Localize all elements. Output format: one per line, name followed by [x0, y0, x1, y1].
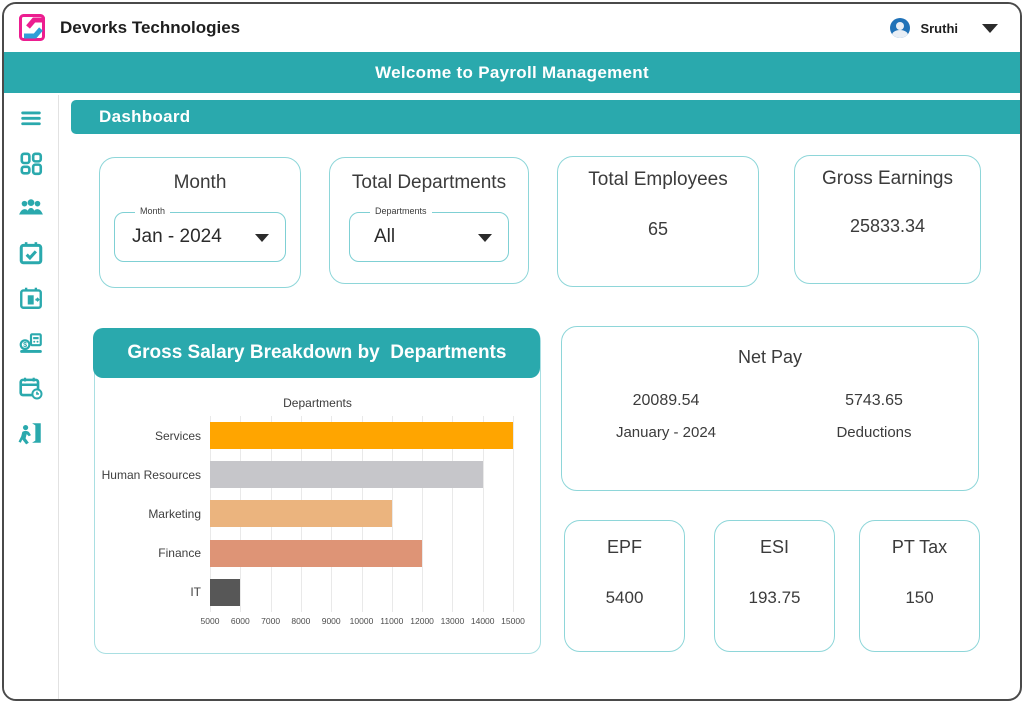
chart-category-label: Finance: [95, 546, 210, 560]
departments-filter-card: Total Departments Departments All: [329, 157, 529, 284]
departments-select-caret-icon[interactable]: [478, 234, 492, 242]
esi-title: ESI: [715, 537, 834, 558]
chart-x-tick-label: 9000: [322, 616, 341, 626]
welcome-banner: Welcome to Payroll Management: [4, 52, 1020, 93]
esi-value: 193.75: [715, 588, 834, 608]
chart-bar-finance: [210, 540, 422, 567]
sidebar-item-attendance calendar-check-icon[interactable]: [18, 240, 44, 266]
sidebar-item-leave calendar-door-icon[interactable]: [18, 285, 44, 311]
chart-bar-marketing: [210, 500, 392, 527]
net-pay-title: Net Pay: [562, 347, 978, 368]
net-pay-card: Net Pay 20089.54 January - 2024 5743.65 …: [561, 326, 979, 491]
month-select[interactable]: Month Jan - 2024: [114, 212, 286, 262]
epf-card: EPF 5400: [564, 520, 685, 652]
chart-category-label: IT: [95, 585, 210, 599]
chart-section-header: Gross Salary Breakdown by Departments: [93, 328, 540, 378]
chart-category-label: Human Resources: [95, 468, 210, 482]
chart-x-tick-label: 10000: [350, 616, 374, 626]
departments-select-label: Departments: [370, 206, 432, 216]
chart-x-axis: 5000600070008000900010000110001200013000…: [210, 616, 513, 632]
pt-tax-title: PT Tax: [860, 537, 979, 558]
chart-x-tick-label: 8000: [291, 616, 310, 626]
sidebar-item-employees employees-icon[interactable]: [18, 195, 44, 221]
net-pay-amount-block: 20089.54 January - 2024: [562, 392, 770, 441]
chart-x-tick-label: 12000: [410, 616, 434, 626]
deductions-amount: 5743.65: [770, 392, 978, 410]
user-menu-caret-icon[interactable]: [982, 24, 998, 33]
chart-x-tick-label: 15000: [501, 616, 525, 626]
total-employees-title: Total Employees: [558, 169, 758, 191]
top-bar: Devorks Technologies Sruthi: [4, 4, 1020, 52]
gross-earnings-card: Gross Earnings 25833.34: [794, 155, 981, 284]
chart-x-tick-label: 5000: [201, 616, 220, 626]
page-title: Dashboard: [99, 107, 191, 127]
net-pay-period: January - 2024: [562, 424, 770, 441]
month-card-title: Month: [100, 172, 300, 194]
chart-bar-human-resources: [210, 461, 483, 488]
gross-earnings-title: Gross Earnings: [795, 168, 980, 190]
deductions-label: Deductions: [770, 424, 978, 441]
chart-bar-services: [210, 422, 513, 449]
gross-earnings-value: 25833.34: [795, 216, 980, 237]
chart-bar-it: [210, 579, 240, 606]
user-avatar-icon: [890, 18, 910, 38]
departments-select[interactable]: Departments All: [349, 212, 509, 262]
chart-x-tick-label: 14000: [471, 616, 495, 626]
chart-category-label: Marketing: [95, 507, 210, 521]
chart-plot: [210, 416, 513, 612]
sidebar-item-payroll payroll-money-icon[interactable]: $: [18, 330, 44, 356]
user-name: Sruthi: [920, 21, 958, 36]
dashboard-header: Dashboard: [71, 100, 1020, 134]
epf-title: EPF: [565, 537, 684, 558]
departments-bar-chart: Services Human Resources Marketing Finance I…: [95, 416, 538, 616]
chart-section-title: Gross Salary Breakdown by Departments: [127, 342, 506, 364]
chart-x-tick-label: 11000: [380, 616, 403, 626]
menu-icon[interactable]: [18, 105, 44, 131]
sidebar-item-schedule calendar-clock-icon[interactable]: [18, 375, 44, 401]
total-employees-card: Total Employees 65: [557, 156, 759, 287]
gross-salary-chart-card: Gross Salary Breakdown by Departments De…: [94, 329, 541, 654]
month-select-label: Month: [135, 206, 170, 216]
payroll-app-window: Devorks Technologies Sruthi Welcome to P…: [2, 2, 1022, 701]
sidebar-item-dashboard dashboard-grid-icon[interactable]: [18, 150, 44, 176]
esi-card: ESI 193.75: [714, 520, 835, 652]
chart-x-tick-label: 13000: [441, 616, 465, 626]
month-select-caret-icon[interactable]: [255, 234, 269, 242]
chart-title: Departments: [95, 396, 540, 410]
sidebar-item-logout logout-exit-icon[interactable]: [18, 420, 44, 446]
chart-category-labels: Services Human Resources Marketing Finance I…: [95, 416, 210, 612]
deductions-amount-block: 5743.65 Deductions: [770, 392, 978, 441]
company-logo-icon: [18, 12, 50, 44]
departments-select-value: All: [350, 226, 395, 248]
month-filter-card: Month Month Jan - 2024: [99, 157, 301, 288]
total-employees-value: 65: [558, 219, 758, 240]
epf-value: 5400: [565, 588, 684, 608]
departments-card-title: Total Departments: [330, 172, 528, 194]
company-title: Devorks Technologies: [60, 18, 240, 38]
pt-tax-card: PT Tax 150: [859, 520, 980, 652]
chart-category-label: Services: [95, 429, 210, 443]
welcome-banner-title: Welcome to Payroll Management: [375, 63, 649, 83]
svg-text:$: $: [23, 342, 27, 349]
chart-x-tick-label: 6000: [231, 616, 250, 626]
chart-gridline: [513, 416, 514, 612]
pt-tax-value: 150: [860, 588, 979, 608]
sidebar-nav: $: [4, 95, 59, 699]
chart-x-tick-label: 7000: [261, 616, 280, 626]
net-pay-amount: 20089.54: [562, 392, 770, 410]
month-select-value: Jan - 2024: [115, 226, 222, 248]
